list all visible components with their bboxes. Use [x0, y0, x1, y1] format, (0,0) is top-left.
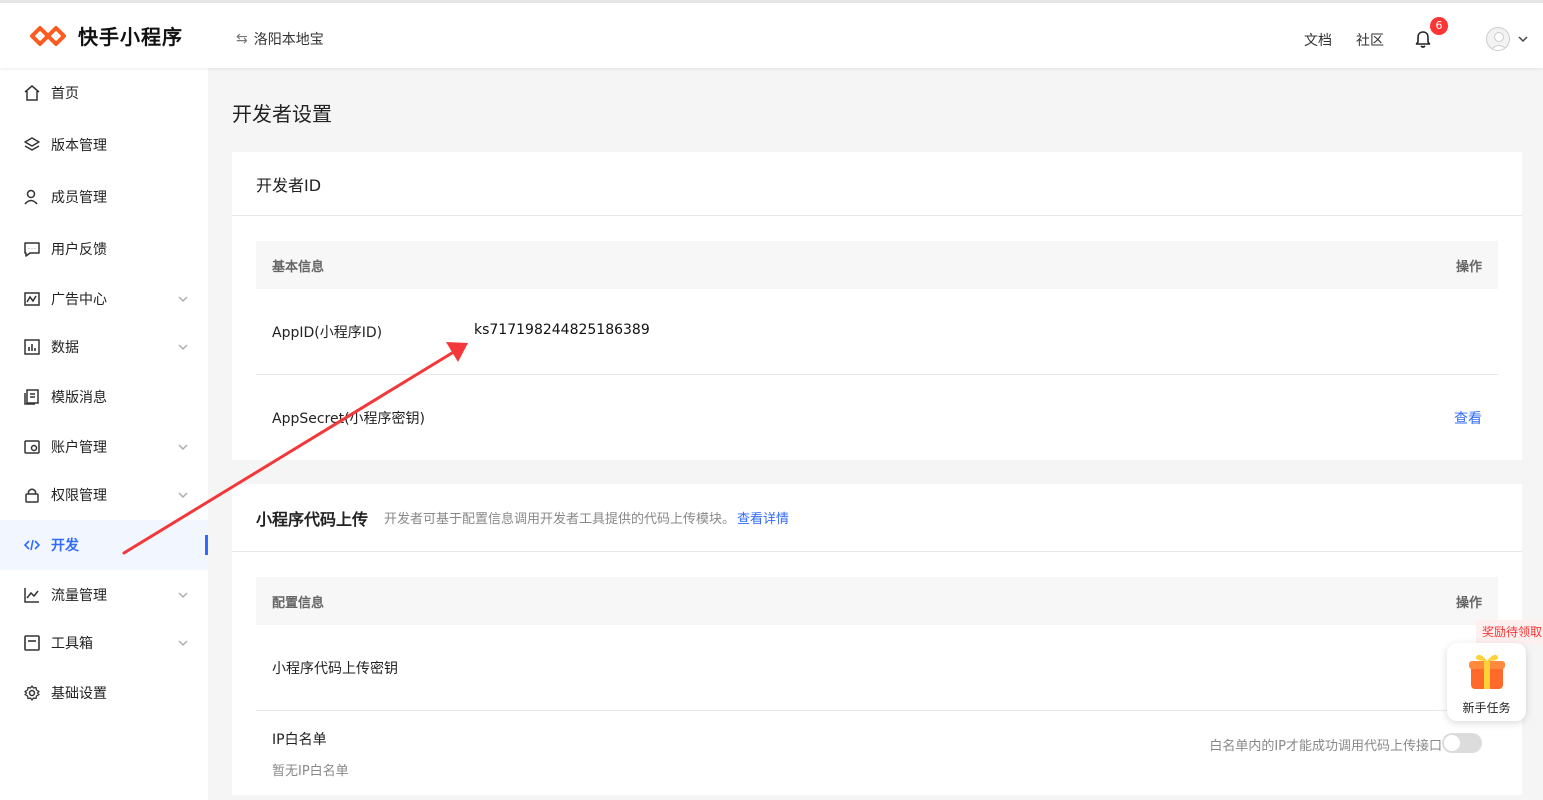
sidebar-item-home[interactable]: 首页	[0, 68, 208, 118]
ip-whitelist-toggle[interactable]	[1442, 733, 1482, 753]
community-link[interactable]: 社区	[1356, 30, 1384, 50]
sidebar-item-version[interactable]: 版本管理	[0, 120, 208, 170]
bell-icon[interactable]	[1413, 29, 1433, 49]
sidebar-item-label: 首页	[51, 86, 79, 102]
developer-id-table: 基本信息 操作 AppID(小程序ID) ks71719824482518638…	[256, 241, 1498, 460]
column-header-info: 基本信息	[272, 259, 325, 275]
lock-icon	[25, 488, 39, 503]
sidebar-item-label: 开发	[51, 538, 79, 554]
card-description: 开发者可基于配置信息调用开发者工具提供的代码上传模块。	[384, 512, 736, 527]
sidebar-item-permission[interactable]: 权限管理	[0, 470, 208, 520]
layers-icon	[24, 137, 40, 151]
feedback-icon	[24, 242, 40, 257]
avatar[interactable]	[1486, 27, 1510, 51]
developer-id-card: 开发者ID 基本信息 操作 AppID(小程序ID) ks71719824482…	[232, 152, 1522, 460]
upload-config-table: 配置信息 操作 小程序代码上传密钥 IP白名单 暂无IP白名单 白名单内的IP才…	[256, 577, 1498, 795]
sidebar-item-label: 用户反馈	[51, 242, 107, 258]
chevron-down-icon	[178, 592, 188, 598]
sidebar-item-feedback[interactable]: 用户反馈	[0, 224, 208, 274]
sidebar-item-label: 工具箱	[51, 636, 93, 652]
newbie-task-label: 新手任务	[1462, 701, 1511, 715]
notification-badge: 6	[1430, 17, 1448, 35]
sidebar-item-account[interactable]: 账户管理	[0, 422, 208, 472]
ip-whitelist-empty: 暂无IP白名单	[272, 764, 349, 779]
appid-value[interactable]: ks717198244825186389	[474, 322, 650, 338]
newbie-task-widget[interactable]: 新手任务	[1447, 643, 1526, 721]
sidebar-item-settings[interactable]: 基础设置	[0, 668, 208, 718]
chart-icon	[24, 339, 40, 355]
table-header: 基本信息 操作	[256, 241, 1498, 289]
toolbox-icon	[24, 635, 40, 651]
sidebar-item-label: 账户管理	[51, 440, 107, 456]
table-row: AppID(小程序ID) ks717198244825186389	[256, 289, 1498, 375]
page-title: 开发者设置	[232, 102, 332, 126]
sidebar-item-label: 流量管理	[51, 588, 107, 604]
card-title: 小程序代码上传	[256, 509, 369, 529]
sidebar-item-label: 基础设置	[51, 686, 107, 702]
ad-icon	[24, 292, 40, 306]
sidebar-item-toolbox[interactable]: 工具箱	[0, 618, 208, 668]
sidebar-item-label: 广告中心	[51, 292, 107, 308]
logo[interactable]: 快手小程序	[28, 21, 183, 50]
chevron-down-icon	[178, 492, 188, 498]
trend-icon	[24, 588, 39, 603]
ip-whitelist-note: 白名单内的IP才能成功调用代码上传接口	[1209, 739, 1442, 754]
column-header-action: 操作	[1455, 595, 1482, 611]
sidebar-item-template[interactable]: 模版消息	[0, 372, 208, 422]
sidebar-item-label: 成员管理	[51, 190, 107, 206]
chevron-down-icon	[178, 296, 188, 302]
kuaishou-logo-icon	[30, 25, 66, 46]
chevron-down-icon	[178, 640, 188, 646]
upload-key-label: 小程序代码上传密钥	[272, 661, 398, 677]
sidebar-item-ads[interactable]: 广告中心	[0, 274, 208, 324]
docs-link[interactable]: 文档	[1304, 30, 1332, 50]
table-row: IP白名单 暂无IP白名单 白名单内的IP才能成功调用代码上传接口	[256, 711, 1498, 795]
user-icon	[24, 189, 38, 205]
chevron-down-icon	[178, 444, 188, 450]
sidebar-item-label: 数据	[51, 340, 79, 356]
logo-text: 快手小程序	[78, 25, 183, 49]
gear-icon	[24, 685, 40, 701]
table-header: 配置信息 操作	[256, 577, 1498, 625]
template-icon	[24, 389, 39, 405]
swap-icon: ⇆	[236, 31, 248, 47]
account-icon	[24, 440, 40, 454]
app-switcher[interactable]: ⇆ 洛阳本地宝	[236, 29, 324, 49]
sidebar-item-data[interactable]: 数据	[0, 322, 208, 372]
sidebar-item-label: 权限管理	[51, 488, 107, 504]
sidebar-item-traffic[interactable]: 流量管理	[0, 570, 208, 620]
sidebar-item-label: 模版消息	[51, 390, 107, 406]
appsecret-label: AppSecret(小程序密钥)	[272, 411, 426, 427]
user-avatar-icon	[1490, 32, 1508, 50]
home-icon	[24, 85, 40, 101]
gift-icon	[1469, 654, 1505, 689]
chevron-down-icon	[178, 344, 188, 350]
table-row: AppSecret(小程序密钥) 查看	[256, 375, 1498, 460]
card-title: 开发者ID	[256, 175, 322, 195]
sidebar: 首页 版本管理 成员管理 用户反馈 广告中心 数据 模版消息 账户管理 权限管理…	[0, 68, 208, 800]
view-secret-link[interactable]: 查看	[1454, 408, 1482, 428]
sidebar-item-members[interactable]: 成员管理	[0, 172, 208, 222]
card-header: 开发者ID	[232, 152, 1522, 216]
ip-whitelist-label: IP白名单	[272, 732, 327, 748]
code-icon	[23, 539, 41, 551]
top-header: 快手小程序 ⇆ 洛阳本地宝 文档 社区 6	[0, 0, 1543, 68]
column-header-action: 操作	[1455, 259, 1482, 275]
column-header-config: 配置信息	[272, 595, 325, 611]
code-upload-card: 小程序代码上传 开发者可基于配置信息调用开发者工具提供的代码上传模块。 查看详情…	[232, 484, 1522, 795]
table-row: 小程序代码上传密钥	[256, 625, 1498, 711]
sidebar-item-develop[interactable]: 开发	[0, 520, 208, 570]
sidebar-item-label: 版本管理	[51, 138, 107, 154]
appid-label: AppID(小程序ID)	[272, 325, 383, 341]
card-header: 小程序代码上传 开发者可基于配置信息调用开发者工具提供的代码上传模块。 查看详情	[232, 484, 1522, 552]
app-name: 洛阳本地宝	[253, 32, 324, 48]
reward-tag[interactable]: 奖励待领取	[1476, 620, 1543, 644]
chevron-down-icon[interactable]	[1517, 33, 1529, 45]
view-details-link[interactable]: 查看详情	[737, 508, 789, 527]
